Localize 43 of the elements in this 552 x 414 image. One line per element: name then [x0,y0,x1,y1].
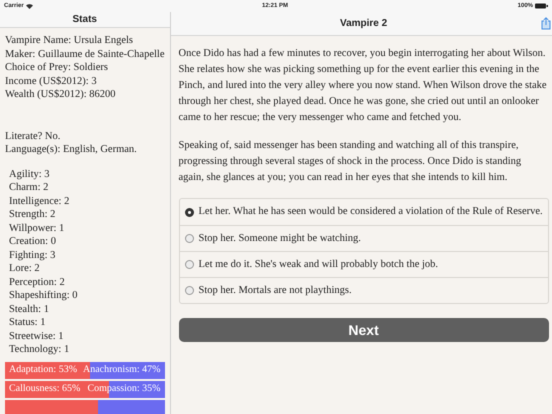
next-button[interactable]: Next [178,318,549,342]
radio-button[interactable] [184,234,194,243]
attribute-line: Intelligence: 2 [8,194,70,208]
attribute-line: Status: 1 [8,316,46,330]
attribute-line: Stealth: 1 [8,302,50,316]
story-paragraph: Speaking of, said messenger has been standing and watching all of this transpire, progressing through several stages of shock in the process. Once Dido is standing again, she glances at you; you can read in her eyes that she intends to kill him. [178,139,522,185]
stat-line: Vampire Name: Ursula Engels [5,34,134,48]
share-icon[interactable] [540,17,551,30]
story-paragraph: Once Dido has had a few minutes to recover, you begin interrogating her about Wilson. She relates how she was picking something up for the event earlier this evening in the Pinch, and lured into the very alley where you now stand. When Wilson drove the stake through her chest, she played dead. Once he was gone, she cried out until an onlooker came to her rescue; the very messenger who came and fetched you. [178,47,548,125]
attribute-line: Willpower: 1 [8,222,66,235]
choice-label: Let her. What he has seen would be considered a violation of the Rule of Reserve. [198,205,543,219]
attribute-line: Creation: 0 [8,235,57,248]
stat-line: Language(s): English, German. [5,143,138,156]
choice-label: Let me do it. She's weak and will probably botch the job. [198,258,438,272]
stat-line: Income (US$2012): 3 [5,74,98,88]
attribute-line: Fighting: 3 [8,248,56,262]
choice-option[interactable]: Let me do it. She's weak and will probably botch the job. [180,251,548,277]
stat-line: Literate? No. [5,130,62,143]
radio-button[interactable] [184,286,194,295]
radio-button[interactable] [184,208,194,216]
choice-option[interactable]: Let her. What he has seen would be considered a violation of the Rule of Reserve. [180,199,548,225]
attribute-line: Streetwise: 1 [8,330,65,343]
sidebar-title: Stats [72,13,97,27]
attribute-line: Perception: 2 [8,276,66,289]
choice-label: Stop her. Mortals are not playthings. [198,284,352,298]
stat-line: Choice of Prey: Soldiers [5,61,109,74]
wifi-icon [26,4,33,8]
attribute-line: Charm: 2 [8,181,50,194]
attribute-line: Shapeshifting: 0 [8,289,79,302]
attribute-line: Technology: 1 [8,343,70,356]
bar-left-label: Adaptation: 53% [9,363,78,377]
choice-label: Stop her. Someone might be watching. [198,232,361,246]
stat-line: Wealth (US$2012): 86200 [5,88,117,102]
bar-left-label: Callousness: 65% [9,382,80,396]
choice-option[interactable]: Stop her. Someone might be watching. [180,225,548,251]
attribute-line: Lore: 2 [8,262,41,276]
attribute-line: Agility: 3 [8,168,51,181]
attribute-line: Strength: 2 [8,208,56,222]
stat-line: Maker: Guillaume de Sainte-Chapelle [5,48,164,61]
radio-button[interactable] [184,260,194,269]
page-title: Vampire 2 [340,17,388,31]
battery-icon [535,3,548,9]
choice-option[interactable]: Stop her. Mortals are not playthings. [180,277,548,303]
